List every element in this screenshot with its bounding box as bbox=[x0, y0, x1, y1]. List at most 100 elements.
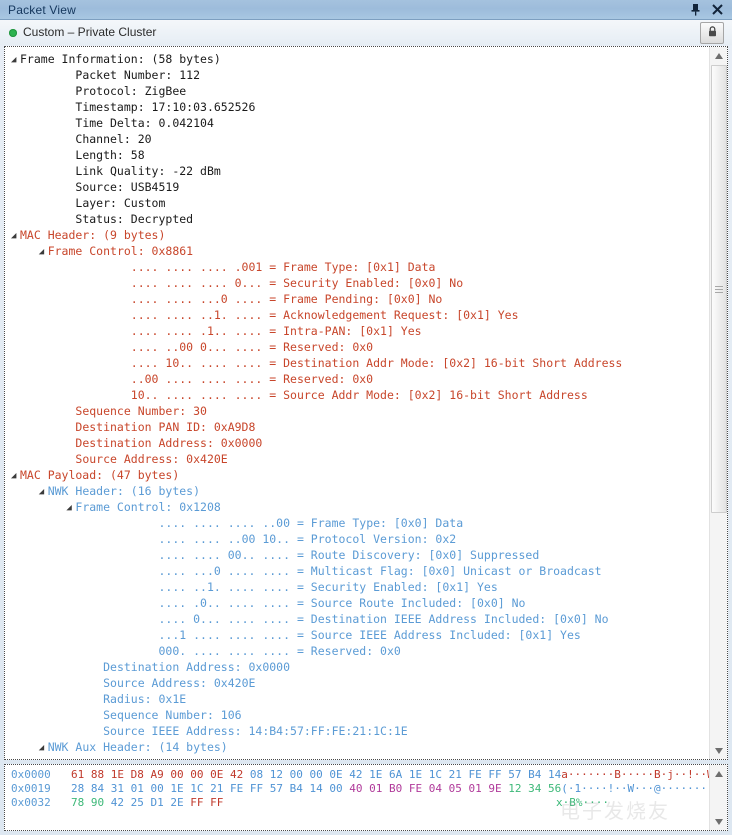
hex-byte[interactable]: 42 bbox=[230, 768, 250, 781]
hex-byte[interactable]: 42 bbox=[349, 768, 369, 781]
hex-byte[interactable]: 31 bbox=[111, 782, 131, 795]
hex-byte[interactable]: D1 bbox=[151, 796, 171, 809]
hex-byte[interactable]: 1C bbox=[429, 768, 449, 781]
hex-byte[interactable]: 1E bbox=[369, 768, 389, 781]
hex-row[interactable]: 0x001928 84 31 01 00 1E 1C 21 FE FF 57 B… bbox=[11, 782, 710, 796]
scroll-down-arrow-icon[interactable] bbox=[710, 742, 727, 759]
hex-vertical-scrollbar[interactable] bbox=[709, 765, 727, 830]
hex-byte[interactable]: 01 bbox=[469, 782, 489, 795]
hex-byte[interactable]: FF bbox=[210, 796, 223, 809]
tree-row[interactable]: .... .... ...0 .... = Frame Pending: [0x… bbox=[5, 291, 709, 307]
tree-expander-icon[interactable]: ◢ bbox=[66, 500, 75, 516]
tree-expander-icon[interactable]: ◢ bbox=[39, 484, 48, 500]
tree-row[interactable]: ◢Frame Control: 0x1208 bbox=[5, 499, 709, 515]
tree-row[interactable]: ◢NWK Header: (16 bytes) bbox=[5, 483, 709, 499]
tree-row[interactable]: Layer: Custom bbox=[5, 195, 709, 211]
tree-expander-icon[interactable]: ◢ bbox=[11, 52, 20, 68]
hex-byte[interactable]: B4 bbox=[528, 768, 548, 781]
hex-byte[interactable]: FE bbox=[469, 768, 489, 781]
hex-byte[interactable]: FF bbox=[250, 782, 270, 795]
tree-row[interactable]: .... .... .... 0... = Security Enabled: … bbox=[5, 275, 709, 291]
tree-row[interactable]: 000. .... .... .... = Reserved: 0x0 bbox=[5, 643, 709, 659]
tree-row[interactable]: Protocol: ZigBee bbox=[5, 83, 709, 99]
close-icon[interactable] bbox=[710, 2, 724, 18]
tree-scroll-thumb[interactable] bbox=[711, 65, 727, 513]
tree-row[interactable]: ◢NWK Aux Header: (14 bytes) bbox=[5, 739, 709, 755]
tree-expander-icon[interactable]: ◢ bbox=[39, 740, 48, 756]
tree-row[interactable]: Source IEEE Address: 14:B4:57:FF:FE:21:1… bbox=[5, 723, 709, 739]
tree-row[interactable]: .... .... ..00 10.. = Protocol Version: … bbox=[5, 531, 709, 547]
tree-row[interactable]: ◢Frame Information: (58 bytes) bbox=[5, 51, 709, 67]
tree-row[interactable]: .... .... .1.. .... = Intra-PAN: [0x1] Y… bbox=[5, 323, 709, 339]
tree-row[interactable]: Source Address: 0x420E bbox=[5, 451, 709, 467]
hex-byte[interactable]: 21 bbox=[449, 768, 469, 781]
tree-row[interactable]: .... .... .... ..00 = Frame Type: [0x0] … bbox=[5, 515, 709, 531]
tree-row[interactable]: ..00 .... .... .... = Reserved: 0x0 bbox=[5, 371, 709, 387]
hex-byte[interactable]: 61 bbox=[71, 768, 91, 781]
hex-byte[interactable]: A9 bbox=[151, 768, 171, 781]
hex-byte[interactable]: 40 bbox=[349, 782, 369, 795]
hex-row[interactable]: 0x000061 88 1E D8 A9 00 00 0E 42 08 12 0… bbox=[11, 768, 710, 782]
tree-row[interactable]: .... .... .... .001 = Frame Type: [0x1] … bbox=[5, 259, 709, 275]
hex-byte[interactable]: FE bbox=[230, 782, 250, 795]
tree-row[interactable]: ◢MAC Payload: (47 bytes) bbox=[5, 467, 709, 483]
tree-row[interactable]: .... ..00 0... .... = Reserved: 0x0 bbox=[5, 339, 709, 355]
tree-row[interactable]: .... .... ..1. .... = Acknowledgement Re… bbox=[5, 307, 709, 323]
hex-byte[interactable]: 00 bbox=[151, 782, 171, 795]
hex-dump-pane[interactable]: 0x000061 88 1E D8 A9 00 00 0E 42 08 12 0… bbox=[4, 764, 728, 831]
hex-scroll-down-arrow-icon[interactable] bbox=[710, 813, 727, 830]
tree-row[interactable]: Channel: 20 bbox=[5, 131, 709, 147]
hex-byte[interactable]: FF bbox=[488, 768, 508, 781]
hex-byte[interactable]: B4 bbox=[290, 782, 310, 795]
tree-row[interactable]: Time Delta: 0.042104 bbox=[5, 115, 709, 131]
hex-byte[interactable]: 1E bbox=[409, 768, 429, 781]
hex-byte[interactable]: 12 bbox=[508, 782, 528, 795]
tree-row[interactable]: Source: USB4519 bbox=[5, 179, 709, 195]
hex-row[interactable]: 0x003278 90 42 25 D1 2E FF FFx·B%···· bbox=[11, 796, 710, 810]
hex-byte[interactable]: 01 bbox=[131, 782, 151, 795]
hex-byte[interactable]: 1E bbox=[111, 768, 131, 781]
lock-button[interactable] bbox=[700, 22, 724, 44]
hex-byte[interactable]: 04 bbox=[429, 782, 449, 795]
hex-byte[interactable]: 56 bbox=[548, 782, 561, 795]
tree-row[interactable]: ◢MAC Header: (9 bytes) bbox=[5, 227, 709, 243]
tree-row[interactable]: .... 10.. .... .... = Destination Addr M… bbox=[5, 355, 709, 371]
tree-row[interactable]: Sequence Number: 30 bbox=[5, 403, 709, 419]
tree-row[interactable]: Packet Number: 112 bbox=[5, 67, 709, 83]
hex-byte[interactable]: 00 bbox=[310, 768, 330, 781]
tree-row[interactable]: Radius: 0x1E bbox=[5, 691, 709, 707]
hex-byte[interactable]: 01 bbox=[369, 782, 389, 795]
scroll-up-arrow-icon[interactable] bbox=[710, 47, 727, 64]
hex-byte[interactable]: 08 bbox=[250, 768, 270, 781]
hex-byte[interactable]: 42 bbox=[111, 796, 131, 809]
hex-byte[interactable]: 00 bbox=[190, 768, 210, 781]
hex-byte[interactable]: 88 bbox=[91, 768, 111, 781]
tree-row[interactable]: .... .0.. .... .... = Source Route Inclu… bbox=[5, 595, 709, 611]
hex-byte[interactable]: 9E bbox=[488, 782, 508, 795]
tree-vertical-scrollbar[interactable] bbox=[709, 47, 727, 759]
tree-row[interactable]: Destination PAN ID: 0xA9D8 bbox=[5, 419, 709, 435]
hex-byte[interactable]: 0E bbox=[329, 768, 349, 781]
tree-row[interactable]: Destination Address: 0x0000 bbox=[5, 435, 709, 451]
tree-expander-icon[interactable]: ◢ bbox=[39, 244, 48, 260]
tree-row[interactable]: Source Address: 0x420E bbox=[5, 675, 709, 691]
tree-row[interactable]: .... ..1. .... .... = Security Enabled: … bbox=[5, 579, 709, 595]
hex-byte[interactable]: 25 bbox=[131, 796, 151, 809]
tree-expander-icon[interactable]: ◢ bbox=[11, 468, 20, 484]
hex-byte[interactable]: 14 bbox=[310, 782, 330, 795]
hex-byte[interactable]: 00 bbox=[329, 782, 349, 795]
tree-row[interactable]: ...1 .... .... .... = Source IEEE Addres… bbox=[5, 627, 709, 643]
hex-byte[interactable]: D8 bbox=[131, 768, 151, 781]
hex-byte[interactable]: 78 bbox=[71, 796, 91, 809]
packet-detail-tree[interactable]: ◢Frame Information: (58 bytes) Packet Nu… bbox=[4, 46, 728, 760]
tree-row[interactable]: Timestamp: 17:10:03.652526 bbox=[5, 99, 709, 115]
hex-byte[interactable]: FE bbox=[409, 782, 429, 795]
tree-row[interactable]: .... 0... .... .... = Destination IEEE A… bbox=[5, 611, 709, 627]
hex-byte[interactable]: 05 bbox=[449, 782, 469, 795]
hex-byte[interactable]: 00 bbox=[170, 768, 190, 781]
tree-row[interactable]: Length: 58 bbox=[5, 147, 709, 163]
hex-byte[interactable]: 1C bbox=[190, 782, 210, 795]
tree-row[interactable]: Link Quality: -22 dBm bbox=[5, 163, 709, 179]
hex-byte[interactable]: 34 bbox=[528, 782, 548, 795]
hex-byte[interactable]: 12 bbox=[270, 768, 290, 781]
